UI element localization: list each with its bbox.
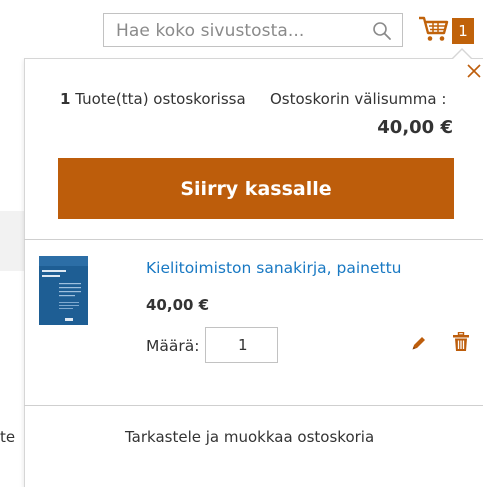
checkout-button-label: Siirry kassalle [180,177,332,200]
background-panel [0,211,26,271]
product-image[interactable] [39,256,88,325]
product-name-link[interactable]: Kielitoimiston sanakirja, painettu [146,259,401,277]
product-price: 40,00 € [146,296,210,314]
close-icon[interactable] [465,62,483,80]
subtotal-label: Ostoskorin välisumma : [270,90,447,108]
view-cart-link[interactable]: Tarkastele ja muokkaa ostoskoria [125,428,374,446]
items-count-text: Tuote(tta) ostoskorissa [70,90,246,108]
qty-value: 1 [238,336,248,354]
cart-icon[interactable] [418,15,450,43]
search-placeholder: Hae koko sivustosta... [116,21,305,41]
qty-label: Määrä: [146,337,200,355]
items-count: 1 Tuote(tta) ostoskorissa [60,90,246,108]
edit-icon[interactable] [410,334,428,352]
cart-count-badge[interactable]: 1 [452,18,474,44]
search-icon[interactable] [372,21,392,41]
trash-icon[interactable] [452,332,470,352]
background-text: te [0,428,16,446]
subtotal-value: 40,00 € [377,117,453,138]
divider [24,239,483,240]
checkout-button[interactable]: Siirry kassalle [58,158,454,219]
divider [24,405,483,406]
search-input[interactable]: Hae koko sivustosta... [103,13,403,47]
items-count-number: 1 [60,90,71,108]
qty-input[interactable]: 1 [205,327,278,363]
dropdown-arrow-fill [453,50,471,59]
